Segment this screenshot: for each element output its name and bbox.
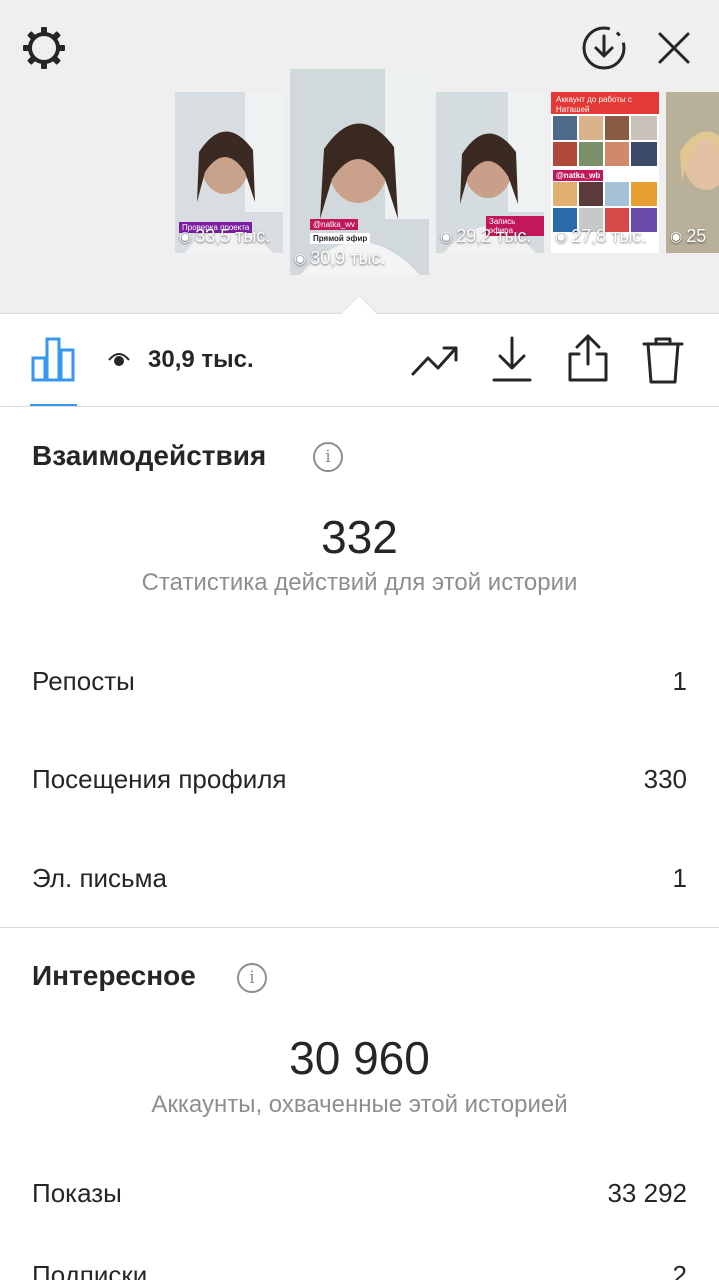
views-count: 30,9 тыс. [108,346,254,374]
download-circle-icon[interactable] [578,22,630,74]
stat-label: Эл. письма [32,863,167,893]
eye-icon: ◉ [555,228,568,244]
eye-icon: ◉ [670,228,683,244]
views-count-value: 30,9 тыс. [148,346,254,373]
stat-label: Подписки [32,1260,148,1280]
discovery-title: Интересное [32,960,196,991]
eye-icon [108,346,130,374]
close-icon[interactable] [648,22,700,74]
interactions-title: Взаимодействия [32,440,267,471]
stat-value: 33 292 [607,1178,687,1208]
interactions-total: 332 [321,511,398,563]
story-views: ◉ 25 [670,226,707,246]
trash-icon[interactable] [640,334,686,386]
story-views: ◉ 33,5 тыс. [179,226,271,246]
interactions-subtitle: Статистика действий для этой истории [141,569,578,596]
story-thumbnail-5[interactable]: ◉ 25 [666,92,719,253]
stat-label: Показы [32,1178,122,1208]
story-tag: @natka_wb [553,170,604,181]
eye-icon: ◉ [440,228,453,244]
selection-pointer [341,296,377,314]
stat-value: 2 [672,1260,687,1280]
stat-row-profile-visits: Посещения профиля 330 [32,764,687,795]
story-thumbnail-3[interactable]: Запись эфира ◉ 29,2 тыс. [436,92,544,253]
stat-value: 1 [672,666,687,696]
story-toolbar: 30,9 тыс. [0,314,719,407]
stat-row-impressions: Показы 33 292 [32,1178,687,1209]
story-caption: Аккаунт до работы с Наташей [556,95,632,114]
share-icon[interactable] [565,332,611,384]
info-icon[interactable]: i [313,442,343,472]
story-strip: Проверка проекта ◉ 33,5 тыс. @natka_wv Пр… [0,0,719,314]
info-icon[interactable]: i [237,963,267,993]
stat-row-emails: Эл. письма 1 [32,863,687,894]
stat-label: Репосты [32,666,135,696]
discovery-subtitle: Аккаунты, охваченные этой историей [151,1091,568,1118]
story-tag: @natka_wv [310,219,358,230]
eye-icon: ◉ [294,250,307,266]
download-icon[interactable] [490,334,534,384]
story-thumbnail-4[interactable]: Аккаунт до работы с Наташей @natka_wb ◉ 2… [551,92,659,253]
discovery-total: 30 960 [289,1032,430,1084]
story-views: ◉ 29,2 тыс. [440,226,532,246]
stat-label: Посещения профиля [32,764,287,794]
story-thumbnail-1[interactable]: Проверка проекта ◉ 33,5 тыс. [175,92,283,253]
trend-icon[interactable] [410,338,460,382]
insights-chart-icon[interactable] [30,336,76,382]
stat-row-reposts: Репосты 1 [32,666,687,697]
story-caption: Прямой эфир [310,233,371,244]
stat-value: 1 [672,863,687,893]
eye-icon: ◉ [179,228,192,244]
stat-value: 330 [643,764,687,794]
story-views: ◉ 30,9 тыс. [294,248,386,268]
active-tab-indicator [30,404,77,406]
story-thumbnail-selected[interactable]: @natka_wv Прямой эфир ◉ 30,9 тыс. [290,69,429,275]
section-divider [0,927,719,928]
stat-row-follows: Подписки 2 [32,1260,687,1280]
story-views: ◉ 27,8 тыс. [555,226,647,246]
settings-gear-icon[interactable] [18,22,70,74]
